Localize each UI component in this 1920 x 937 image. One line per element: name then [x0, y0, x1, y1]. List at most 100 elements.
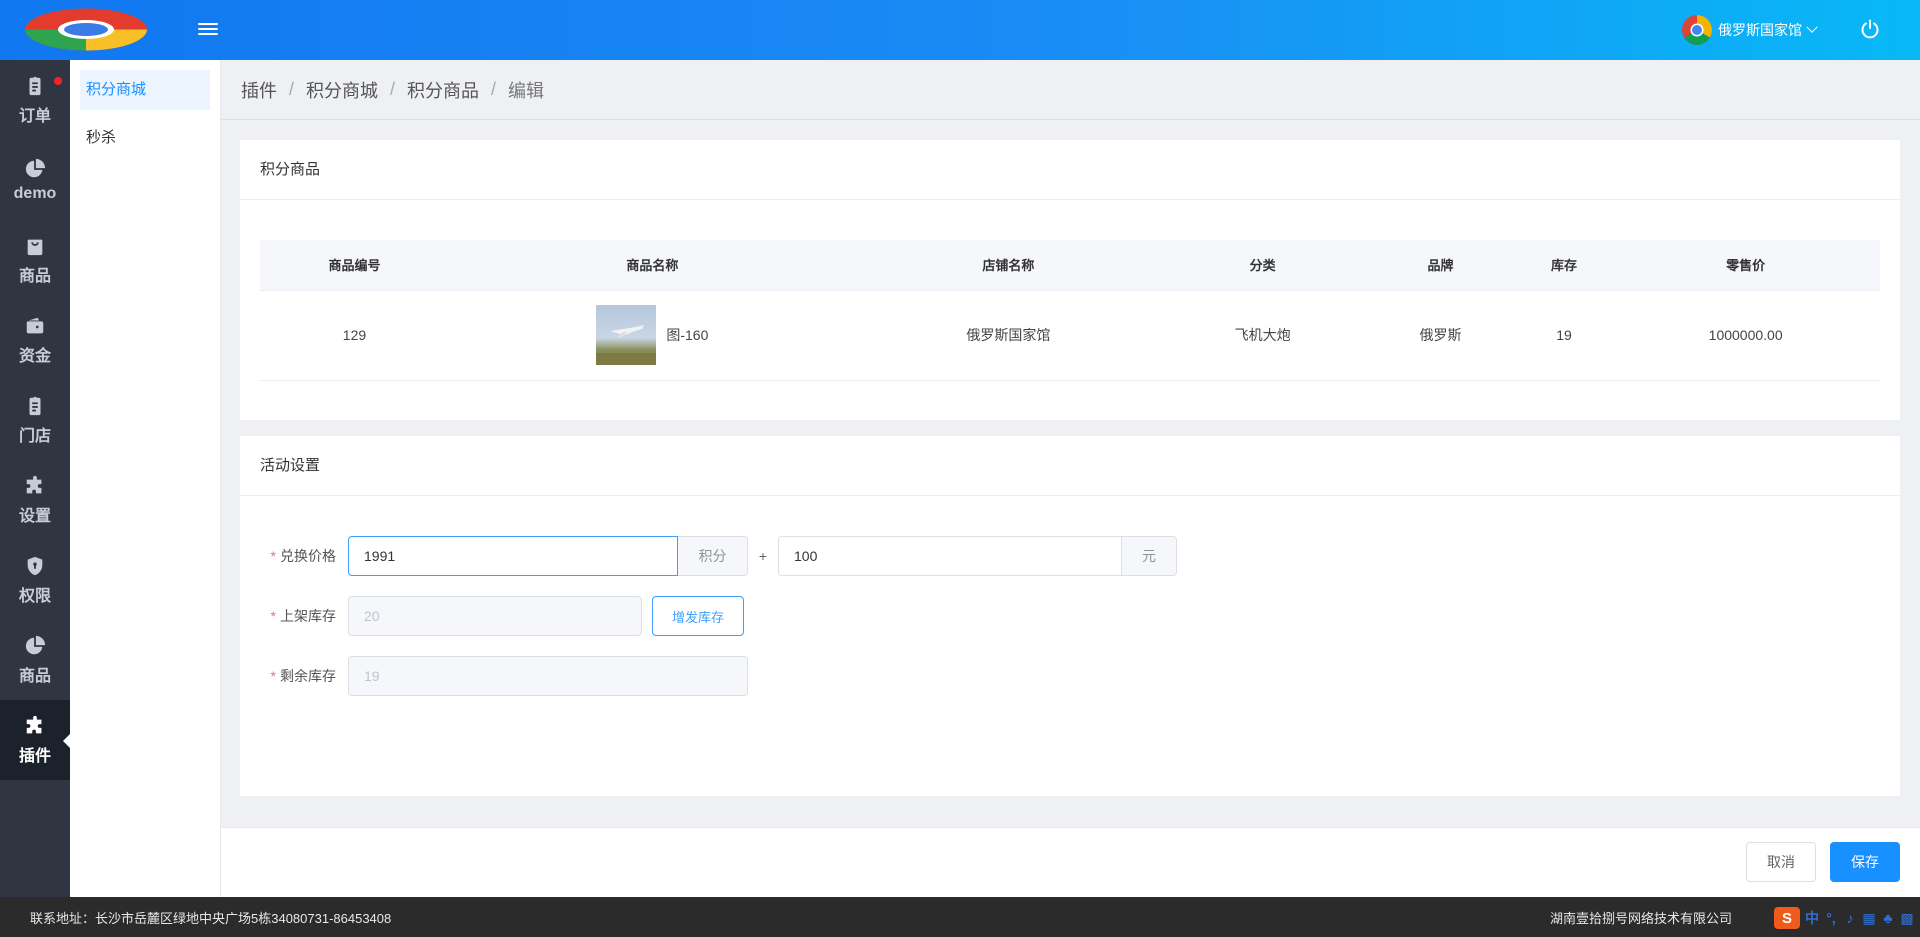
listed-stock-input: 20 — [348, 596, 642, 636]
chevron-down-icon — [1806, 21, 1818, 33]
plus-sign: + — [758, 548, 768, 564]
nav-label: 门店 — [18, 427, 51, 445]
breadcrumb-current: 编辑 — [508, 80, 545, 101]
nav-item-permissions[interactable]: 权限 — [0, 540, 70, 620]
nav-label: 设置 — [18, 507, 51, 525]
footer-address: 联系地址：长沙市岳麓区绿地中央广场5栋34080731-86453408 — [30, 910, 392, 926]
pie-chart-icon — [25, 635, 46, 654]
listed-stock-label: * 上架库存 — [260, 606, 348, 626]
breadcrumb-item[interactable]: 积分商城 — [306, 77, 378, 103]
breadcrumb-separator: / — [390, 79, 396, 99]
listed-stock-row: * 上架库存 20 增发库存 — [260, 596, 745, 636]
ime-chinese-icon: 中 — [1805, 910, 1819, 926]
puzzle-icon — [26, 475, 42, 493]
notification-badge — [54, 77, 62, 85]
nav-item-stores[interactable]: 门店 — [0, 380, 70, 460]
card-title: 活动设置 — [240, 436, 1900, 496]
column-header: 商品名称 — [448, 240, 856, 291]
ime-punct-icon: °, — [1826, 910, 1836, 926]
card-title: 积分商品 — [240, 140, 1900, 200]
grid-menu-icon: ▩ — [1900, 909, 1914, 926]
shopping-bag-icon — [27, 239, 43, 255]
add-stock-button[interactable]: 增发库存 — [652, 596, 745, 636]
wallet-icon — [26, 317, 44, 333]
label-text: 剩余库存 — [280, 668, 336, 684]
remaining-stock-input: 19 — [348, 656, 748, 696]
nav-item-plugins[interactable]: 插件 — [0, 700, 70, 780]
cell-category: 飞机大炮 — [1160, 290, 1365, 381]
cell-goods-id: 129 — [260, 290, 449, 381]
microphone-icon: ♪ — [1846, 910, 1854, 926]
cell-retail-price: 1000000.00 — [1611, 290, 1880, 381]
goods-name-text: 图-160 — [666, 327, 709, 343]
skin-icon: ♣ — [1883, 910, 1893, 926]
nav-item-goods[interactable]: 商品 — [0, 220, 70, 300]
points-unit: 积分 — [678, 536, 748, 576]
nav-label: 商品 — [18, 267, 51, 285]
label-text: 上架库存 — [280, 608, 336, 624]
main-nav: 订单 demo 商品 资金 门店 设置 权限 商品 插件 — [0, 60, 70, 897]
nav-item-orders[interactable]: 订单 — [0, 60, 70, 140]
cell-brand: 俄罗斯 — [1364, 290, 1517, 381]
nav-label: 插件 — [18, 747, 51, 765]
remaining-stock-row: * 剩余库存 19 — [260, 656, 748, 696]
store-selector[interactable]: 俄罗斯国家馆 — [1682, 15, 1818, 45]
ime-toolbar[interactable]: S 中 °, ♪ ▦ ♣ ▩ — [1774, 907, 1914, 929]
cash-input-group: 100 元 — [778, 536, 1177, 576]
sogou-s-icon: S — [1774, 907, 1800, 929]
cell-shop-name: 俄罗斯国家馆 — [855, 290, 1161, 381]
store-avatar — [1682, 15, 1712, 45]
label-text: 兑换价格 — [280, 548, 336, 564]
sub-nav: 积分商城 秒杀 — [70, 60, 221, 897]
breadcrumb-separator: / — [289, 79, 295, 99]
top-header: 俄罗斯国家馆 — [0, 0, 1920, 60]
column-header: 店铺名称 — [855, 240, 1161, 291]
exchange-price-label: * 兑换价格 — [260, 546, 348, 566]
pie-chart-icon — [25, 158, 46, 177]
nav-item-goods-2[interactable]: 商品 — [0, 620, 70, 700]
table-header-row: 商品编号 商品名称 店铺名称 分类 品牌 库存 零售价 — [260, 240, 1880, 291]
column-header: 库存 — [1516, 240, 1612, 291]
column-header: 商品编号 — [260, 240, 449, 291]
goods-table: 商品编号 商品名称 店铺名称 分类 品牌 库存 零售价 129 图-160 俄罗… — [260, 240, 1880, 381]
store-name: 俄罗斯国家馆 — [1718, 22, 1802, 38]
cancel-button[interactable]: 取消 — [1746, 842, 1816, 882]
column-header: 分类 — [1160, 240, 1365, 291]
menu-toggle-icon[interactable] — [198, 20, 218, 40]
subnav-item-flash-sale[interactable]: 秒杀 — [80, 118, 210, 158]
puzzle-icon — [26, 715, 42, 733]
power-icon[interactable] — [1860, 19, 1880, 39]
shield-icon — [27, 556, 43, 575]
nav-item-settings[interactable]: 设置 — [0, 460, 70, 540]
action-bar: 取消 保存 — [221, 827, 1920, 897]
nav-label: 商品 — [18, 667, 51, 685]
breadcrumb-item[interactable]: 插件 — [241, 77, 277, 103]
clipboard-icon — [29, 76, 41, 95]
nav-label: 权限 — [18, 587, 51, 605]
remaining-stock-label: * 剩余库存 — [260, 666, 348, 686]
cell-stock: 19 — [1516, 290, 1612, 381]
footer-company: 湖南壹拾捌号网络技术有限公司 — [1549, 910, 1732, 926]
goods-thumbnail — [596, 305, 657, 365]
subnav-item-points-mall[interactable]: 积分商城 — [80, 70, 210, 110]
footer: 联系地址：长沙市岳麓区绿地中央广场5栋34080731-86453408 湖南壹… — [0, 897, 1920, 937]
exchange-price-row: * 兑换价格 1991 积分 + 100 元 — [260, 536, 1177, 576]
table-row: 129 图-160 俄罗斯国家馆 飞机大炮 俄罗斯 19 1000000.00 — [260, 290, 1880, 381]
nav-label: demo — [13, 184, 57, 202]
breadcrumb-item[interactable]: 积分商品 — [407, 77, 479, 103]
clipboard-icon — [29, 396, 41, 415]
cash-unit: 元 — [1122, 536, 1177, 576]
cash-input[interactable]: 100 — [778, 536, 1122, 576]
goods-card: 积分商品 商品编号 商品名称 店铺名称 分类 品牌 库存 零售价 129 图-1… — [240, 140, 1900, 420]
required-mark: * — [270, 668, 276, 684]
nav-item-funds[interactable]: 资金 — [0, 300, 70, 380]
points-input[interactable]: 1991 — [348, 536, 678, 576]
activity-settings-card: 活动设置 * 兑换价格 1991 积分 + 100 元 * 上架库存 20 增发库存… — [240, 436, 1900, 796]
nav-item-demo[interactable]: demo — [0, 140, 70, 220]
save-button[interactable]: 保存 — [1830, 842, 1900, 882]
required-mark: * — [270, 608, 276, 624]
breadcrumb-separator: / — [491, 79, 497, 99]
nav-label: 资金 — [18, 347, 51, 365]
breadcrumb: 插件 / 积分商城 / 积分商品 / 编辑 — [221, 60, 1920, 120]
column-header: 零售价 — [1611, 240, 1880, 291]
